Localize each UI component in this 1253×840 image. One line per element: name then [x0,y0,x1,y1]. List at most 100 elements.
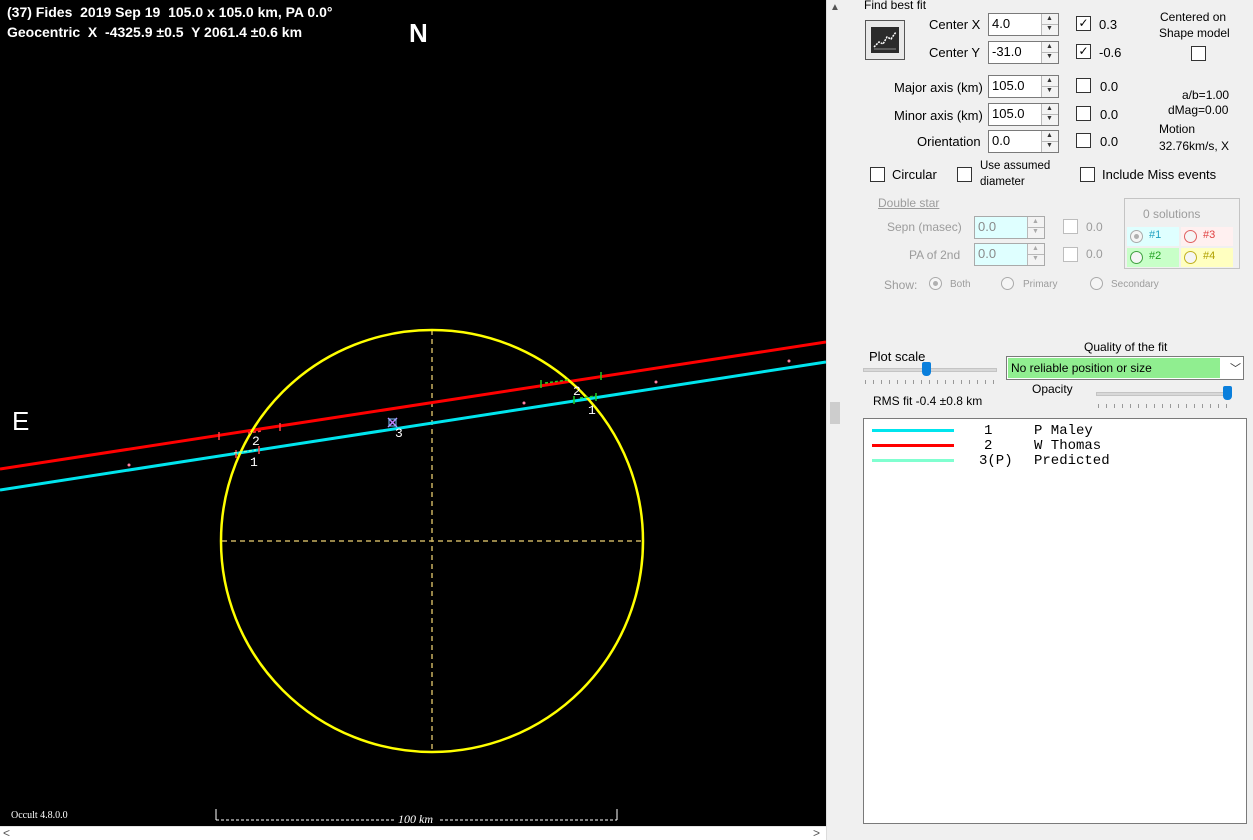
plot-scale-ticks [865,380,995,384]
sepn-spinner[interactable]: ▲ ▼ [1027,217,1044,238]
sepn-checkbox[interactable] [1063,219,1078,234]
legend-item[interactable]: 1 P Maley [864,423,1244,439]
center-y-label: Center Y [929,45,981,60]
horizontal-scrollbar[interactable]: < > [0,826,826,840]
find-best-fit-label: Find best fit [864,0,927,12]
minor-axis-spinner[interactable]: ▲ ▼ [1041,104,1058,125]
center-y-checkbox[interactable]: ✓ [1076,44,1091,59]
pa-of-2nd-label: PA of 2nd [909,248,961,262]
legend-name: P Maley [1034,423,1093,439]
legend-id: 1 [984,423,993,439]
orientation-label: Orientation [917,134,981,149]
minor-axis-input[interactable]: 105.0 ▲ ▼ [988,103,1059,126]
east-label: E [12,406,30,436]
scroll-left-icon[interactable]: < [3,826,10,840]
occultation-plot[interactable]: 2 1 2 1 3 100 km (37) Fides 2019 Sep 19 … [0,0,826,826]
observer-legend-list[interactable]: 1 P Maley 2 W Thomas 3(P) Predicted [863,418,1247,824]
solution-1-option[interactable]: #1 [1127,227,1179,246]
chord-label: 1 [250,455,258,470]
center-x-uncertainty: 0.3 [1099,17,1118,32]
major-axis-checkbox[interactable] [1076,78,1091,93]
orientation-input[interactable]: 0.0 ▲ ▼ [988,130,1059,153]
center-y-input[interactable]: -31.0 ▲ ▼ [988,41,1059,64]
minor-axis-checkbox[interactable] [1076,106,1091,121]
chevron-down-icon[interactable]: ﹀ [1230,360,1241,376]
quality-of-fit-label: Quality of the fit [1084,340,1168,354]
quality-of-fit-select[interactable]: No reliable position or size ﹀ [1006,356,1244,380]
chord-label: 1 [588,403,596,418]
pa-of-2nd-uncertainty: 0.0 [1086,247,1103,261]
center-y-spinner[interactable]: ▲ ▼ [1041,42,1058,63]
solution-4-option[interactable]: #4 [1181,248,1233,267]
minor-axis-label: Minor axis (km) [894,108,983,123]
find-best-fit-button[interactable] [865,20,905,60]
major-axis-input[interactable]: 105.0 ▲ ▼ [988,75,1059,98]
chord-1-line [0,360,826,492]
legend-line-chord-2 [872,444,954,447]
scale-bar-label: 100 km [398,812,433,826]
show-both-radio[interactable] [929,277,942,290]
plot-canvas: 2 1 2 1 3 100 km [0,328,826,826]
chord-label: 2 [252,434,260,449]
pa-of-2nd-input[interactable]: 0.0 ▲ ▼ [974,243,1045,266]
opacity-label: Opacity [1032,382,1073,396]
solution-1-radio[interactable] [1130,230,1143,243]
legend-item[interactable]: 2 W Thomas [864,438,1244,454]
motion-label: Motion [1159,122,1196,136]
quality-of-fit-value: No reliable position or size [1008,358,1220,378]
use-assumed-diameter-checkbox[interactable] [957,167,972,182]
orientation-spinner[interactable]: ▲ ▼ [1041,131,1058,152]
plot-scale-label: Plot scale [869,349,926,364]
plot-scale-slider-thumb[interactable] [922,362,931,376]
vertical-scrollbar[interactable]: ▲ [826,0,843,840]
include-miss-events-checkbox[interactable] [1080,167,1095,182]
opacity-slider-thumb[interactable] [1223,386,1232,400]
sepn-input[interactable]: 0.0 ▲ ▼ [974,216,1045,239]
pa-of-2nd-spinner[interactable]: ▲ ▼ [1027,244,1044,265]
centered-on-label: Centered on [1160,10,1227,24]
circular-label: Circular [892,167,937,182]
solution-2-radio[interactable] [1130,251,1143,264]
double-star-title: Double star [878,196,940,210]
shape-model-label: Shape model [1159,26,1230,40]
scroll-thumb[interactable] [830,402,840,424]
sepn-uncertainty: 0.0 [1086,220,1103,234]
show-primary-radio[interactable] [1001,277,1014,290]
plot-subtitle: Geocentric X -4325.9 ±0.5 Y 2061.4 ±0.6 … [7,24,303,40]
rms-fit-value: RMS fit -0.4 ±0.8 km [873,394,983,408]
major-axis-spinner[interactable]: ▲ ▼ [1041,76,1058,97]
minor-axis-uncertainty: 0.0 [1100,107,1119,122]
north-label: N [409,18,428,48]
pa-of-2nd-checkbox[interactable] [1063,247,1078,262]
solution-4-radio[interactable] [1184,251,1197,264]
chord-2-line [0,340,826,471]
show-both-label: Both [950,279,971,290]
legend-id: 3(P) [979,453,1013,469]
legend-id: 2 [984,438,993,454]
opacity-slider-track[interactable] [1096,392,1231,396]
show-secondary-radio[interactable] [1090,277,1103,290]
scroll-right-icon[interactable]: > [813,826,820,840]
version-label: Occult 4.8.0.0 [11,810,68,821]
solutions-group: 0 solutions #1 #3 #2 #4 [1124,198,1240,269]
center-x-spinner[interactable]: ▲ ▼ [1041,14,1058,35]
scroll-up-icon[interactable]: ▲ [830,2,840,13]
center-x-input[interactable]: 4.0 ▲ ▼ [988,13,1059,36]
ab-ratio: a/b=1.00 [1182,88,1230,102]
center-x-checkbox[interactable]: ✓ [1076,16,1091,31]
solution-2-option[interactable]: #2 [1127,248,1179,267]
solution-3-option[interactable]: #3 [1181,227,1233,246]
fit-control-panel: Find best fit Center X 4.0 ▲ ▼ ✓ 0.3 Cent… [843,0,1253,840]
circular-checkbox[interactable] [870,167,885,182]
center-x-label: Center X [929,17,981,32]
centered-on-shape-model-checkbox[interactable] [1191,46,1206,61]
major-axis-uncertainty: 0.0 [1100,79,1119,94]
show-label: Show: [884,278,918,292]
orientation-uncertainty: 0.0 [1100,134,1119,149]
sepn-label: Sepn (masec) [887,220,962,234]
plot-title: (37) Fides 2019 Sep 19 105.0 x 105.0 km,… [7,4,333,20]
orientation-checkbox[interactable] [1076,133,1091,148]
solutions-count: 0 solutions [1143,207,1201,221]
legend-item[interactable]: 3(P) Predicted [864,453,1244,469]
solution-3-radio[interactable] [1184,230,1197,243]
